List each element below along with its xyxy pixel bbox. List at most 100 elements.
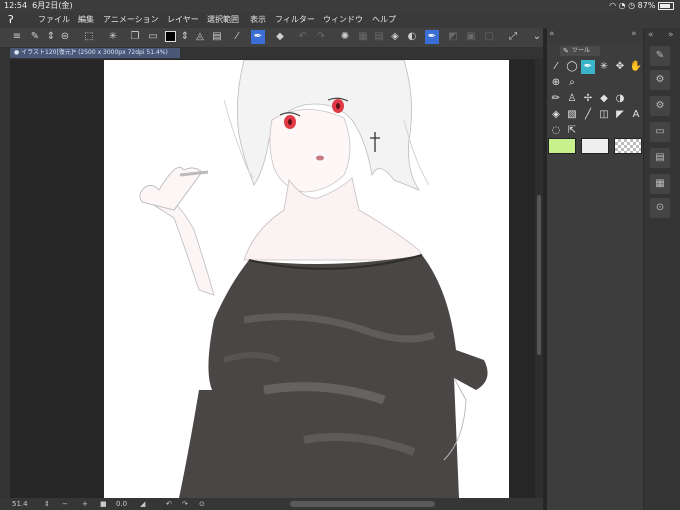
navigator-icon[interactable]: ▦: [650, 174, 670, 194]
edit-layer-icon[interactable]: ✎: [28, 30, 42, 44]
loading-icon[interactable]: ✺: [338, 30, 352, 44]
menu-edit[interactable]: 編集: [78, 12, 94, 28]
left-panel-strip: [0, 47, 10, 498]
new-layer-icon[interactable]: ❐: [128, 30, 142, 44]
horizontal-scroll-thumb[interactable]: [290, 501, 435, 507]
brush-icon[interactable]: ✢: [581, 92, 595, 106]
eyedropper-icon[interactable]: ⁄: [230, 30, 244, 44]
expand-icon[interactable]: «: [549, 29, 555, 39]
eyedropper-icon[interactable]: ⁄: [549, 60, 563, 74]
menu-filter[interactable]: フィルター: [275, 12, 315, 28]
tool-pen-small-icon: ✎: [563, 47, 569, 55]
checkmark-icon[interactable]: ⤢: [506, 30, 520, 44]
alarm-icon: ◷: [628, 1, 636, 10]
fill-icon[interactable]: ◈: [549, 108, 563, 122]
zoom-out-button[interactable]: −: [62, 498, 68, 510]
menu-help[interactable]: ヘルプ: [372, 12, 396, 28]
menu-animation[interactable]: アニメーション: [103, 12, 159, 28]
drop-icon[interactable]: ◑: [613, 92, 627, 106]
tool-panel-header: « »: [547, 28, 643, 44]
menu-view[interactable]: 表示: [250, 12, 266, 28]
hand-icon[interactable]: ✋: [629, 60, 643, 74]
menu-file[interactable]: ファイル: [38, 12, 70, 28]
sub-tool-icon[interactable]: ⚙: [650, 96, 670, 116]
rotation-value[interactable]: 0.0: [116, 498, 127, 510]
rotation-slider[interactable]: ◢: [140, 498, 145, 510]
pen-icon[interactable]: ✒: [581, 60, 595, 74]
battery-percent: 87%: [637, 1, 656, 10]
lasso-fill-icon[interactable]: ◬: [193, 30, 207, 44]
collapse-icon[interactable]: »: [631, 29, 637, 39]
layer-stack-icon[interactable]: ▤: [372, 30, 386, 44]
search-icon[interactable]: ⊙: [650, 198, 670, 218]
undo-icon[interactable]: ↶: [296, 30, 310, 44]
gradient-icon[interactable]: ▧: [565, 108, 579, 122]
balloon-icon[interactable]: ◌: [549, 124, 563, 138]
frame-icon[interactable]: ◫: [597, 108, 611, 122]
chevron-updown-icon[interactable]: ⇕: [44, 498, 50, 510]
ruler-icon[interactable]: ◤: [613, 108, 627, 122]
blend-icon[interactable]: ♙: [565, 92, 579, 106]
brush-settings-icon[interactable]: ⚙: [650, 70, 670, 90]
document-tab[interactable]: ● イラスト120[復元]* (2500 x 3000px 72dpi 51.4…: [10, 48, 180, 58]
fit-icon[interactable]: ■: [100, 498, 107, 510]
zoom-value[interactable]: 51.4: [12, 498, 28, 510]
text-icon[interactable]: A: [629, 108, 643, 122]
wifi-icon: ◠: [609, 1, 617, 10]
chevron-updown-icon[interactable]: ⇕: [44, 30, 58, 44]
illustration-image: [139, 60, 488, 498]
vertical-scroll-thumb[interactable]: [537, 195, 541, 355]
app-logo-icon[interactable]: ʔ: [8, 14, 20, 26]
selection-icon[interactable]: ⬚: [82, 30, 96, 44]
transform-icon[interactable]: ▤: [210, 30, 224, 44]
magic-wand-icon[interactable]: ✳: [106, 30, 120, 44]
battery-icon: [658, 1, 674, 10]
zoom-in-button[interactable]: +: [82, 498, 88, 510]
lasso-icon[interactable]: ◯: [565, 60, 579, 74]
transparent-color-swatch[interactable]: [614, 138, 642, 154]
chevron-updown-icon[interactable]: ⇕: [178, 30, 192, 44]
magic-wand-icon[interactable]: ✳: [597, 60, 611, 74]
line-icon[interactable]: ╱: [581, 108, 595, 122]
layers-icon[interactable]: ▤: [650, 148, 670, 168]
pen-icon[interactable]: ✎: [650, 46, 670, 66]
layer-property-icon[interactable]: ▭: [650, 122, 670, 142]
status-right: ◠ ◔ ◷ 87%: [609, 0, 674, 12]
pen-active-icon[interactable]: ✒: [425, 30, 439, 44]
fill-icon[interactable]: ◈: [388, 30, 402, 44]
collapse-icon[interactable]: »: [668, 30, 674, 40]
ruler-icon[interactable]: ◩: [446, 30, 460, 44]
layer-icon[interactable]: ▦: [356, 30, 370, 44]
canvas-bottom-bar: 51.4 ⇕ − + ■ 0.0 ◢ ↶ ↷ ⊙: [0, 498, 545, 510]
color-black-swatch[interactable]: [163, 30, 177, 44]
canvas-artwork[interactable]: [104, 60, 509, 498]
grid-icon[interactable]: ▢: [482, 30, 496, 44]
sub-color-swatch[interactable]: [581, 138, 609, 154]
status-bar: 12:54 6月2日(金) ◠ ◔ ◷ 87%: [0, 0, 680, 12]
redo-icon[interactable]: ↷: [314, 30, 328, 44]
menu-icon[interactable]: ≡: [10, 30, 24, 44]
menu-bar: ʔ ファイル 編集 アニメーション レイヤー 選択範囲 表示 フィルター ウィン…: [0, 12, 680, 28]
eraser-icon[interactable]: ◆: [273, 30, 287, 44]
status-time-date: 12:54 6月2日(金): [4, 1, 73, 10]
pen-icon[interactable]: ✒: [251, 30, 265, 44]
search-icon[interactable]: ⌕: [565, 76, 579, 90]
move-icon[interactable]: ✥: [613, 60, 627, 74]
history-icon[interactable]: ⊜: [58, 30, 72, 44]
expand-icon[interactable]: «: [648, 30, 654, 40]
crop-icon[interactable]: ▣: [464, 30, 478, 44]
pencil-icon[interactable]: ✏: [549, 92, 563, 106]
main-color-swatch[interactable]: [548, 138, 576, 154]
menu-window[interactable]: ウィンドウ: [323, 12, 363, 28]
menu-selection[interactable]: 選択範囲: [207, 12, 239, 28]
folder-icon[interactable]: ▭: [146, 30, 160, 44]
rotate-right-icon[interactable]: ↷: [182, 498, 188, 510]
menu-layer[interactable]: レイヤー: [167, 12, 199, 28]
zoom-icon[interactable]: ⊕: [549, 76, 563, 90]
blend-icon[interactable]: ◐: [405, 30, 419, 44]
reset-rotation-icon[interactable]: ⊙: [199, 498, 205, 510]
correct-icon[interactable]: ⇱: [565, 124, 579, 138]
rotate-left-icon[interactable]: ↶: [166, 498, 172, 510]
chevron-down-icon[interactable]: ⌄: [530, 30, 544, 44]
eraser-icon[interactable]: ◆: [597, 92, 611, 106]
